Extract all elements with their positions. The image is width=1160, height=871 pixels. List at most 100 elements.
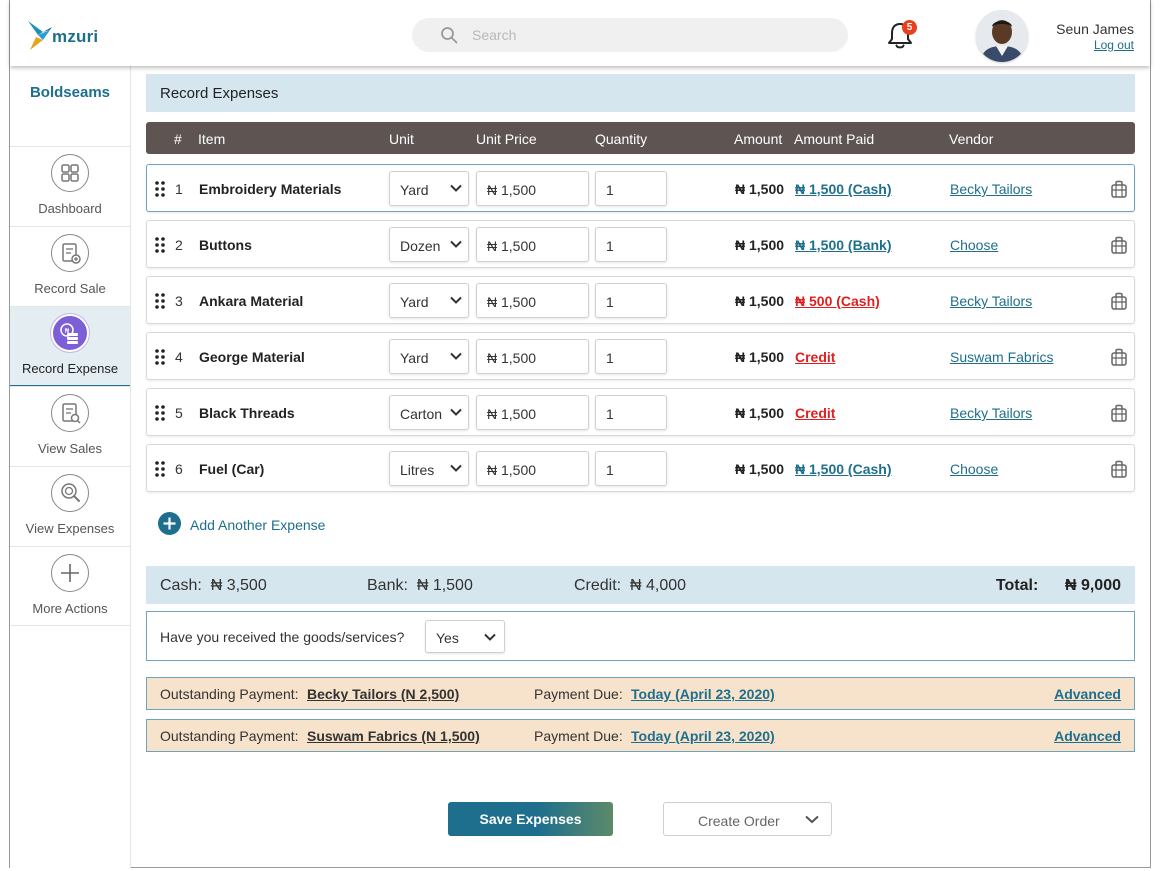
- vendor-link[interactable]: Becky Tailors: [950, 405, 1032, 421]
- drag-handle-icon[interactable]: [155, 293, 165, 309]
- unit-price-value: ₦ 1,500: [487, 406, 537, 422]
- logout-link[interactable]: Log out: [1094, 38, 1134, 52]
- quantity-value: 1: [606, 350, 614, 366]
- unit-price-input[interactable]: ₦ 1,500: [476, 451, 589, 486]
- drag-handle-icon[interactable]: [155, 461, 165, 477]
- quantity-input[interactable]: 1: [595, 283, 667, 318]
- sidebar-item-more-actions[interactable]: More Actions: [10, 546, 130, 626]
- unit-select[interactable]: Yard: [389, 339, 469, 374]
- vendor-link[interactable]: Becky Tailors: [950, 293, 1032, 309]
- unit-select[interactable]: Litres: [389, 451, 469, 486]
- payment-due-link[interactable]: Today (April 23, 2020): [631, 728, 775, 744]
- unit-value: Yard: [400, 294, 429, 310]
- quantity-value: 1: [606, 182, 614, 198]
- amount-value: ₦ 1,500: [735, 237, 785, 253]
- sidebar-item-label: Record Expense: [21, 361, 119, 376]
- table-row: 1 Embroidery Materials Yard ₦ 1,500 1 ₦ 1,500…: [146, 164, 1135, 212]
- amount-paid-link[interactable]: Credit: [795, 405, 835, 421]
- bank-value: ₦ 1,500: [416, 577, 473, 594]
- sidebar-item-dashboard[interactable]: Dashboard: [10, 146, 130, 226]
- amount-paid-link[interactable]: ₦ 1,500 (Cash): [795, 181, 891, 197]
- outstanding-vendor-link[interactable]: Suswam Fabrics (N 1,500): [307, 728, 480, 744]
- quantity-input[interactable]: 1: [595, 395, 667, 430]
- vendor-link[interactable]: Choose: [950, 461, 998, 477]
- quantity-input[interactable]: 1: [595, 227, 667, 262]
- unit-select[interactable]: Carton: [389, 395, 469, 430]
- sidebar-item-view-sales[interactable]: View Sales: [10, 386, 130, 466]
- delete-basket-icon[interactable]: [1110, 403, 1128, 423]
- drag-handle-icon[interactable]: [155, 237, 165, 253]
- goods-received-select[interactable]: Yes: [425, 620, 505, 653]
- record-sale-icon: [51, 234, 89, 272]
- unit-select[interactable]: Yard: [389, 171, 469, 206]
- brand-logo[interactable]: mzuri: [26, 18, 116, 52]
- goods-received-value: Yes: [436, 630, 459, 646]
- chevron-down-icon: [450, 240, 462, 248]
- create-order-dropdown[interactable]: Create Order: [663, 802, 832, 836]
- sidebar-item-label: More Actions: [32, 601, 108, 616]
- amount-paid-link[interactable]: ₦ 1,500 (Cash): [795, 461, 891, 477]
- sidebar-item-view-expenses[interactable]: View Expenses: [10, 466, 130, 546]
- delete-basket-icon[interactable]: [1110, 347, 1128, 367]
- sidebar-item-record-expense[interactable]: ₦ Record Expense: [10, 306, 130, 386]
- search-bar[interactable]: [412, 18, 848, 52]
- unit-price-input[interactable]: ₦ 1,500: [476, 339, 589, 374]
- amount-paid-link[interactable]: ₦ 1,500 (Bank): [795, 237, 891, 253]
- quantity-input[interactable]: 1: [595, 451, 667, 486]
- col-unit-price: Unit Price: [476, 131, 537, 147]
- unit-select[interactable]: Yard: [389, 283, 469, 318]
- unit-price-value: ₦ 1,500: [487, 462, 537, 478]
- quantity-input[interactable]: 1: [595, 171, 667, 206]
- credit-label: Credit:: [574, 577, 622, 594]
- unit-price-input[interactable]: ₦ 1,500: [476, 283, 589, 318]
- sidebar-item-label: View Sales: [37, 441, 103, 456]
- dashboard-icon: [51, 154, 89, 192]
- avatar[interactable]: [976, 10, 1028, 62]
- view-expenses-icon: [51, 474, 89, 512]
- unit-select[interactable]: Dozen: [389, 227, 469, 262]
- payment-due-link[interactable]: Today (April 23, 2020): [631, 686, 775, 702]
- amount-paid-link[interactable]: ₦ 500 (Cash): [795, 293, 880, 309]
- delete-basket-icon[interactable]: [1110, 235, 1128, 255]
- delete-basket-icon[interactable]: [1110, 291, 1128, 311]
- drag-handle-icon[interactable]: [155, 405, 165, 421]
- unit-price-input[interactable]: ₦ 1,500: [476, 227, 589, 262]
- cash-summary: Cash: ₦ 3,500: [160, 577, 267, 595]
- chevron-down-icon: [450, 184, 462, 192]
- unit-price-input[interactable]: ₦ 1,500: [476, 395, 589, 430]
- goods-question: Have you received the goods/services?: [160, 629, 405, 645]
- table-row: 6 Fuel (Car) Litres ₦ 1,500 1 ₦ 1,500 ₦ 1,500 …: [146, 444, 1135, 492]
- delete-basket-icon[interactable]: [1110, 179, 1128, 199]
- outstanding-vendor-link[interactable]: Becky Tailors (N 2,500): [307, 686, 459, 702]
- col-amount-paid: Amount Paid: [794, 131, 875, 147]
- drag-handle-icon[interactable]: [155, 349, 165, 365]
- item-name: Buttons: [199, 237, 252, 253]
- unit-price-input[interactable]: ₦ 1,500: [476, 171, 589, 206]
- amount-paid-link[interactable]: Credit: [795, 349, 835, 365]
- chevron-down-icon: [450, 408, 462, 416]
- page-title-bar: Record Expenses: [146, 74, 1135, 112]
- quantity-input[interactable]: 1: [595, 339, 667, 374]
- drag-handle-icon[interactable]: [155, 181, 165, 197]
- top-header: mzuri 5 Seun James Log out: [10, 0, 1150, 66]
- sidebar: Boldseams Dashboard Record Sale ₦ Record…: [10, 66, 131, 868]
- total-value: ₦ 9,000: [1064, 577, 1121, 594]
- notification-badge: 5: [902, 20, 917, 35]
- advanced-link[interactable]: Advanced: [1054, 728, 1121, 744]
- page-title: Record Expenses: [160, 85, 279, 102]
- outstanding-label: Outstanding Payment:: [160, 728, 299, 744]
- col-item: Item: [198, 131, 226, 147]
- add-expense-label: Add Another Expense: [190, 517, 326, 533]
- unit-price-value: ₦ 1,500: [487, 238, 537, 254]
- vendor-link[interactable]: Suswam Fabrics: [950, 349, 1053, 365]
- vendor-link[interactable]: Becky Tailors: [950, 181, 1032, 197]
- save-expenses-button[interactable]: Save Expenses: [448, 802, 613, 836]
- row-number: 3: [175, 293, 183, 309]
- sidebar-item-record-sale[interactable]: Record Sale: [10, 226, 130, 306]
- vendor-link[interactable]: Choose: [950, 237, 998, 253]
- chevron-down-icon: [805, 815, 819, 824]
- advanced-link[interactable]: Advanced: [1054, 686, 1121, 702]
- search-input[interactable]: [472, 18, 832, 52]
- amount-value: ₦ 1,500: [735, 349, 785, 365]
- delete-basket-icon[interactable]: [1110, 459, 1128, 479]
